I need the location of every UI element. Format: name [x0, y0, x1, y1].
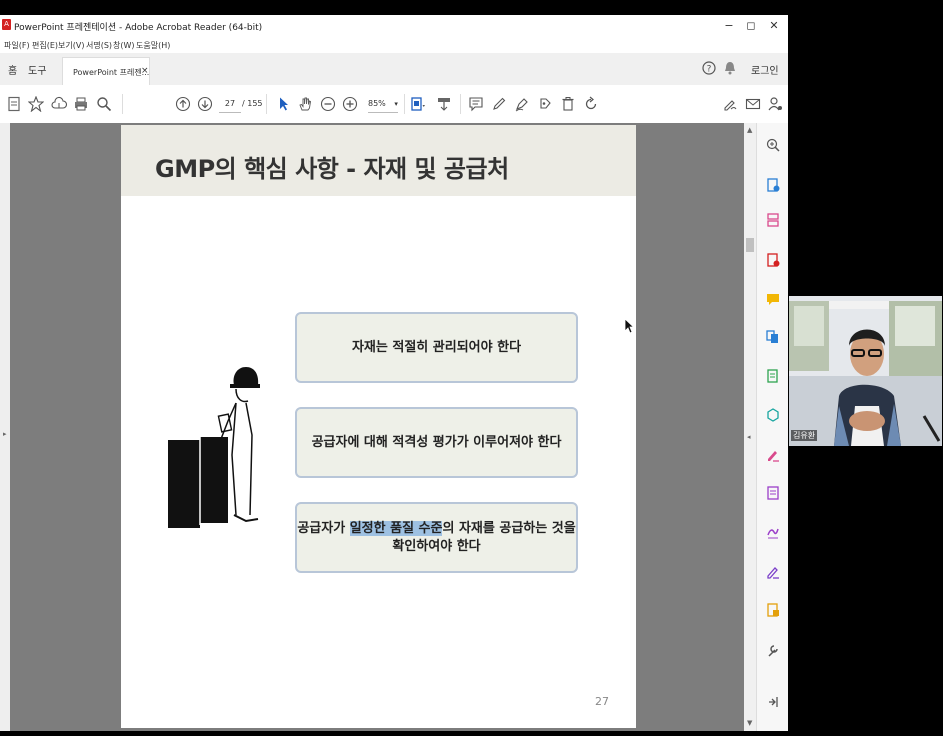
chevron-left-icon[interactable]: ◂: [747, 433, 751, 441]
menu-bar: 파일(F) 편집(E) 보기(V) 서명(S) 창(W) 도움말(H): [0, 37, 788, 53]
help-icon[interactable]: ?: [702, 61, 716, 75]
comment-icon[interactable]: [468, 96, 484, 112]
collapse-pane-icon[interactable]: [766, 695, 780, 709]
menu-window[interactable]: 창(W): [113, 40, 135, 51]
slide-page-number: 27: [595, 695, 609, 708]
zoom-out-icon[interactable]: [320, 96, 336, 112]
tab-home[interactable]: 홈: [8, 62, 17, 77]
tools-pane: [756, 123, 788, 731]
toolbar: 27 / 155 85% ▾: [0, 85, 788, 124]
print-icon[interactable]: [73, 96, 89, 112]
tab-tools[interactable]: 도구: [28, 62, 46, 77]
search-icon[interactable]: [96, 96, 112, 112]
webcam-video: 김유환: [789, 296, 942, 446]
zoom-search-icon[interactable]: [766, 138, 780, 152]
chevron-down-icon: ▾: [394, 100, 398, 108]
close-button[interactable]: ✕: [765, 18, 783, 34]
scrollbar-thumb[interactable]: [746, 238, 754, 252]
select-cursor-icon[interactable]: [275, 96, 291, 112]
zoom-level-value: 85%: [368, 99, 386, 108]
create-pdf-icon[interactable]: [6, 96, 22, 112]
chevron-right-icon: ▸: [3, 430, 7, 438]
more-tools-icon[interactable]: [766, 643, 780, 657]
acrobat-logo-icon: A: [2, 19, 11, 30]
zoom-level-select[interactable]: 85% ▾: [368, 96, 398, 113]
stamp-icon[interactable]: [537, 96, 553, 112]
tab-document-label: PowerPoint 프레젠...: [73, 68, 150, 77]
comment-tool-icon[interactable]: [766, 293, 780, 307]
bell-icon[interactable]: [724, 61, 736, 75]
slide-header: GMP의 핵심 사항 - 자재 및 공급처: [121, 125, 636, 196]
draw-icon[interactable]: [514, 96, 530, 112]
menu-file[interactable]: 파일(F): [4, 40, 30, 51]
tab-bar: 홈 도구 PowerPoint 프레젠... × ? 로그인: [0, 53, 788, 86]
title-bar: A PowerPoint 프레젠테이션 - Adobe Acrobat Read…: [0, 15, 788, 37]
toolbar-separator: [460, 94, 461, 114]
compress-pdf-icon[interactable]: [766, 603, 780, 617]
organize-pages-icon[interactable]: [766, 213, 780, 227]
minimize-button[interactable]: −: [720, 18, 738, 34]
maximize-button[interactable]: ◻: [742, 18, 760, 34]
slide-title: GMP의 핵심 사항 - 자재 및 공급처: [155, 155, 509, 183]
menu-edit[interactable]: 편집(E): [32, 40, 58, 51]
toolbar-separator: [404, 94, 405, 114]
fill-sign-tool-icon[interactable]: [766, 448, 780, 462]
create-pdf-tool-icon[interactable]: [766, 253, 780, 267]
export-pdf-icon[interactable]: [766, 178, 780, 192]
next-page-icon[interactable]: [197, 96, 213, 112]
hand-tool-icon[interactable]: [297, 96, 313, 112]
menu-help[interactable]: 도움말(H): [136, 40, 170, 51]
fill-sign-icon[interactable]: [722, 96, 738, 112]
content-box-2: 공급자에 대해 적격성 평가가 이루어져야 한다: [295, 407, 578, 478]
rotate-icon[interactable]: [583, 96, 599, 112]
participant-name: 김유환: [791, 430, 818, 441]
page-total: / 155: [242, 99, 263, 108]
previous-page-icon[interactable]: [175, 96, 191, 112]
bookmark-star-icon[interactable]: [28, 96, 44, 112]
share-user-icon[interactable]: [767, 96, 783, 112]
webcam-person-image: [789, 296, 942, 446]
page-fit-icon[interactable]: [410, 96, 426, 112]
tab-document[interactable]: PowerPoint 프레젠... ×: [62, 57, 150, 85]
scan-ocr-icon[interactable]: [766, 408, 780, 422]
content-box-3: 공급자가 일정한 품질 수준의 자재를 공급하는 것을 확인하여야 한다: [295, 502, 578, 573]
scroll-up-icon[interactable]: ▲: [747, 126, 752, 134]
box-3-text-line2: 확인하여야 한다: [392, 538, 481, 554]
upload-cloud-icon[interactable]: [51, 96, 67, 112]
content-box-1: 자재는 적절히 관리되어야 한다: [295, 312, 578, 383]
vertical-scrollbar[interactable]: ▲ ◂ ▼: [744, 123, 756, 731]
page-number-input[interactable]: 27: [219, 96, 241, 113]
scroll-mode-icon[interactable]: [436, 96, 452, 112]
login-button[interactable]: 로그인: [751, 62, 779, 77]
box-1-text: 자재는 적절히 관리되어야 한다: [351, 339, 522, 355]
left-pane-handle[interactable]: ▸: [0, 123, 10, 731]
pen-icon[interactable]: [491, 96, 507, 112]
menu-view[interactable]: 보기(V): [58, 40, 84, 51]
menu-sign[interactable]: 서명(S): [86, 40, 112, 51]
scroll-down-icon[interactable]: ▼: [747, 719, 752, 727]
box-3-text-pre: 공급자가: [297, 520, 350, 536]
box-3-highlight[interactable]: 일정한 품질 수준: [349, 520, 443, 536]
box-3-text: 공급자가 일정한 품질 수준의 자재를 공급하는 것을 확인하여야 한다: [297, 520, 576, 556]
worker-with-boxes-illustration: [166, 365, 266, 535]
toolbar-separator: [266, 94, 267, 114]
delete-icon[interactable]: [560, 96, 576, 112]
send-for-signature-icon[interactable]: [766, 525, 780, 539]
combine-files-icon[interactable]: [766, 330, 780, 344]
box-2-text: 공급자에 대해 적격성 평가가 이루어져야 한다: [311, 434, 562, 450]
pdf-page: GMP의 핵심 사항 - 자재 및 공급처 자재는 적절히 관리되어야 한다 공…: [121, 125, 636, 728]
protect-pdf-icon[interactable]: [766, 486, 780, 500]
zoom-in-icon[interactable]: [342, 96, 358, 112]
box-3-text-post: 의 자재를 공급하는 것을: [442, 520, 576, 536]
edit-pdf-icon[interactable]: [766, 369, 780, 383]
toolbar-separator: [122, 94, 123, 114]
window-title: PowerPoint 프레젠테이션 - Adobe Acrobat Reader…: [14, 23, 263, 33]
svg-text:?: ?: [707, 65, 712, 75]
sign-icon[interactable]: [766, 565, 780, 579]
mail-icon[interactable]: [745, 96, 761, 112]
mouse-cursor-icon: [624, 318, 635, 338]
tab-close-icon[interactable]: ×: [141, 66, 149, 76]
